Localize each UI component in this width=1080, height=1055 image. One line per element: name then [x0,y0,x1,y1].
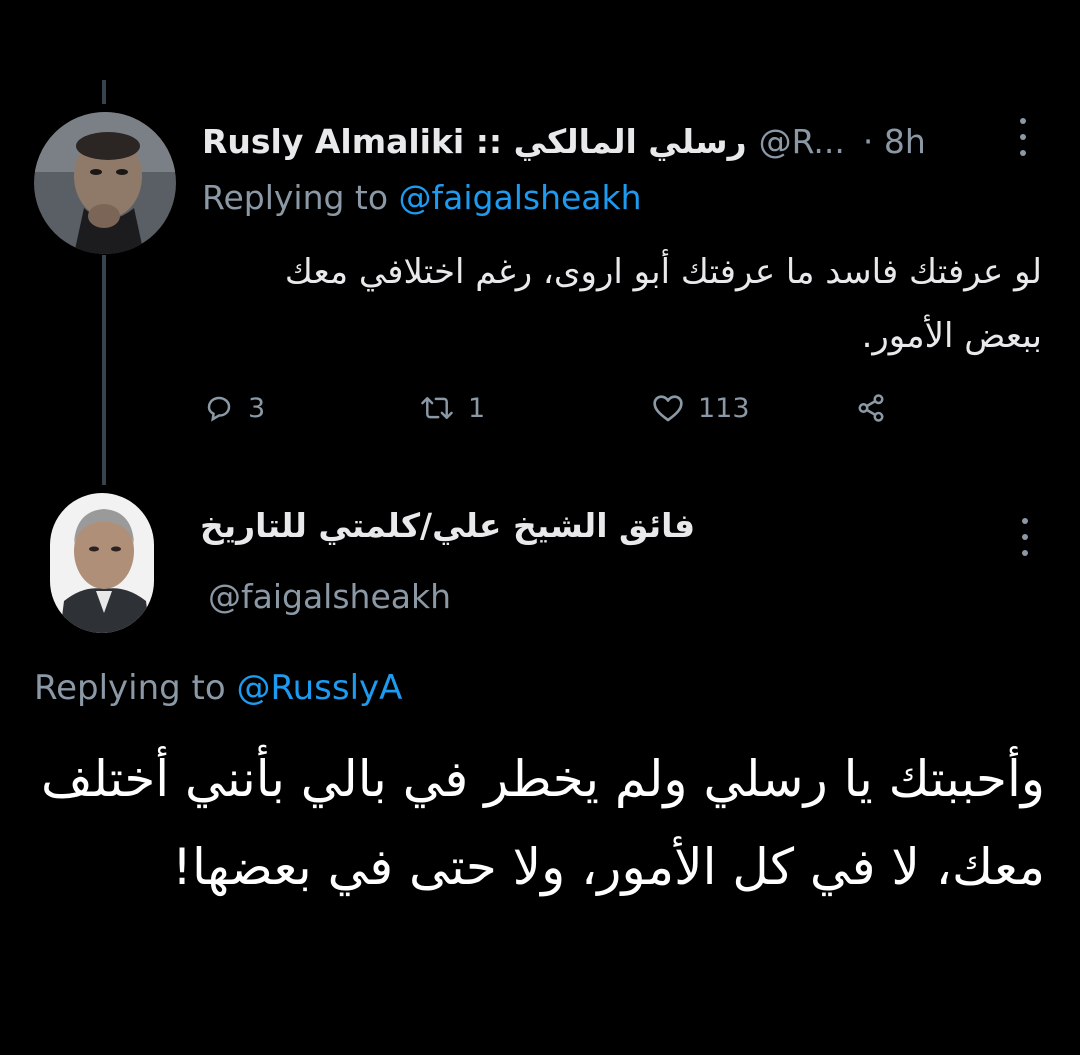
share-icon [856,393,886,423]
tweet-actions-bar: 3 1 113 [204,385,924,431]
retweet-button[interactable]: 1 [420,385,485,431]
tweet-header: Rusly Almaliki :: رسلي المالكي @R... · 8… [202,116,1002,166]
reply-count: 3 [248,392,266,424]
replying-label: Replying to [202,178,389,217]
retweet-count: 1 [468,392,486,424]
thread-line-top [102,80,106,104]
retweet-icon [420,393,454,423]
tweet-timestamp[interactable]: · 8h [863,122,926,161]
reply-button[interactable]: 3 [204,385,265,431]
thread-connector-line [102,255,106,485]
share-button[interactable] [856,385,886,431]
like-count: 113 [698,392,750,424]
tweet-text: وأحببتك يا رسلي ولم يخطر في بالي بأنني أ… [40,750,1045,896]
avatar-faig[interactable] [50,493,154,633]
replying-label: Replying to [34,668,226,708]
more-options-icon[interactable] [1017,118,1029,156]
display-name[interactable]: فائق الشيخ علي/كلمتي للتاريخ [200,506,740,545]
replying-mention-link[interactable]: @faigalsheakh [399,178,642,217]
reply-icon [204,393,234,423]
replying-mention-link[interactable]: @RusslyA [237,668,403,708]
like-icon [652,393,684,423]
replying-to-line: Replying to @faigalsheakh [202,178,642,217]
more-options-icon[interactable] [1019,518,1031,556]
avatar-rusly[interactable] [34,112,176,254]
user-handle[interactable]: @R... [759,122,845,161]
replying-to-line: Replying to @RusslyA [34,668,402,708]
tweet-text: لو عرفتك فاسد ما عرفتك أبو اروى، رغم اخت… [284,252,1042,356]
display-name[interactable]: Rusly Almaliki :: رسلي المالكي [202,122,747,161]
user-handle[interactable]: @faigalsheakh [208,577,451,616]
like-button[interactable]: 113 [652,385,750,431]
